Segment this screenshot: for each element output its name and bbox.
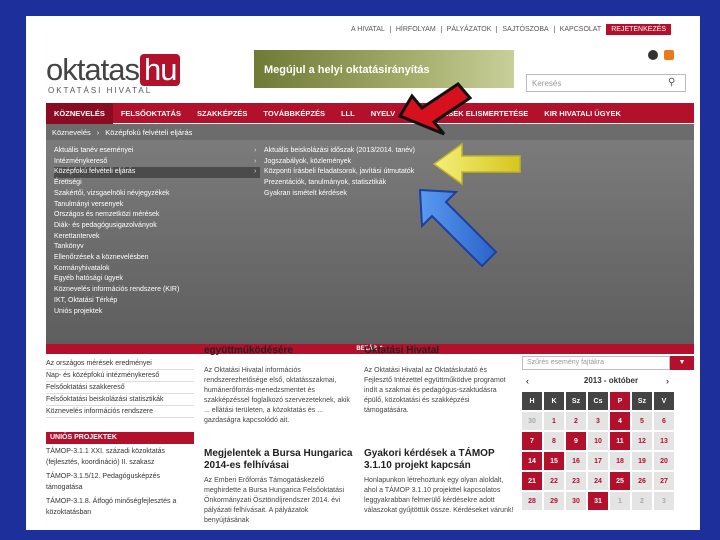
blue-arrow-icon — [418, 188, 498, 268]
red-arrow-icon — [397, 82, 473, 136]
annotation-arrows — [397, 82, 521, 268]
browser-viewport: A HIVATAL HÍRFOLYAM PÁLYÁZATOK SAJTÓSZOBA KA… — [26, 16, 700, 530]
yellow-arrow-icon — [432, 142, 521, 186]
